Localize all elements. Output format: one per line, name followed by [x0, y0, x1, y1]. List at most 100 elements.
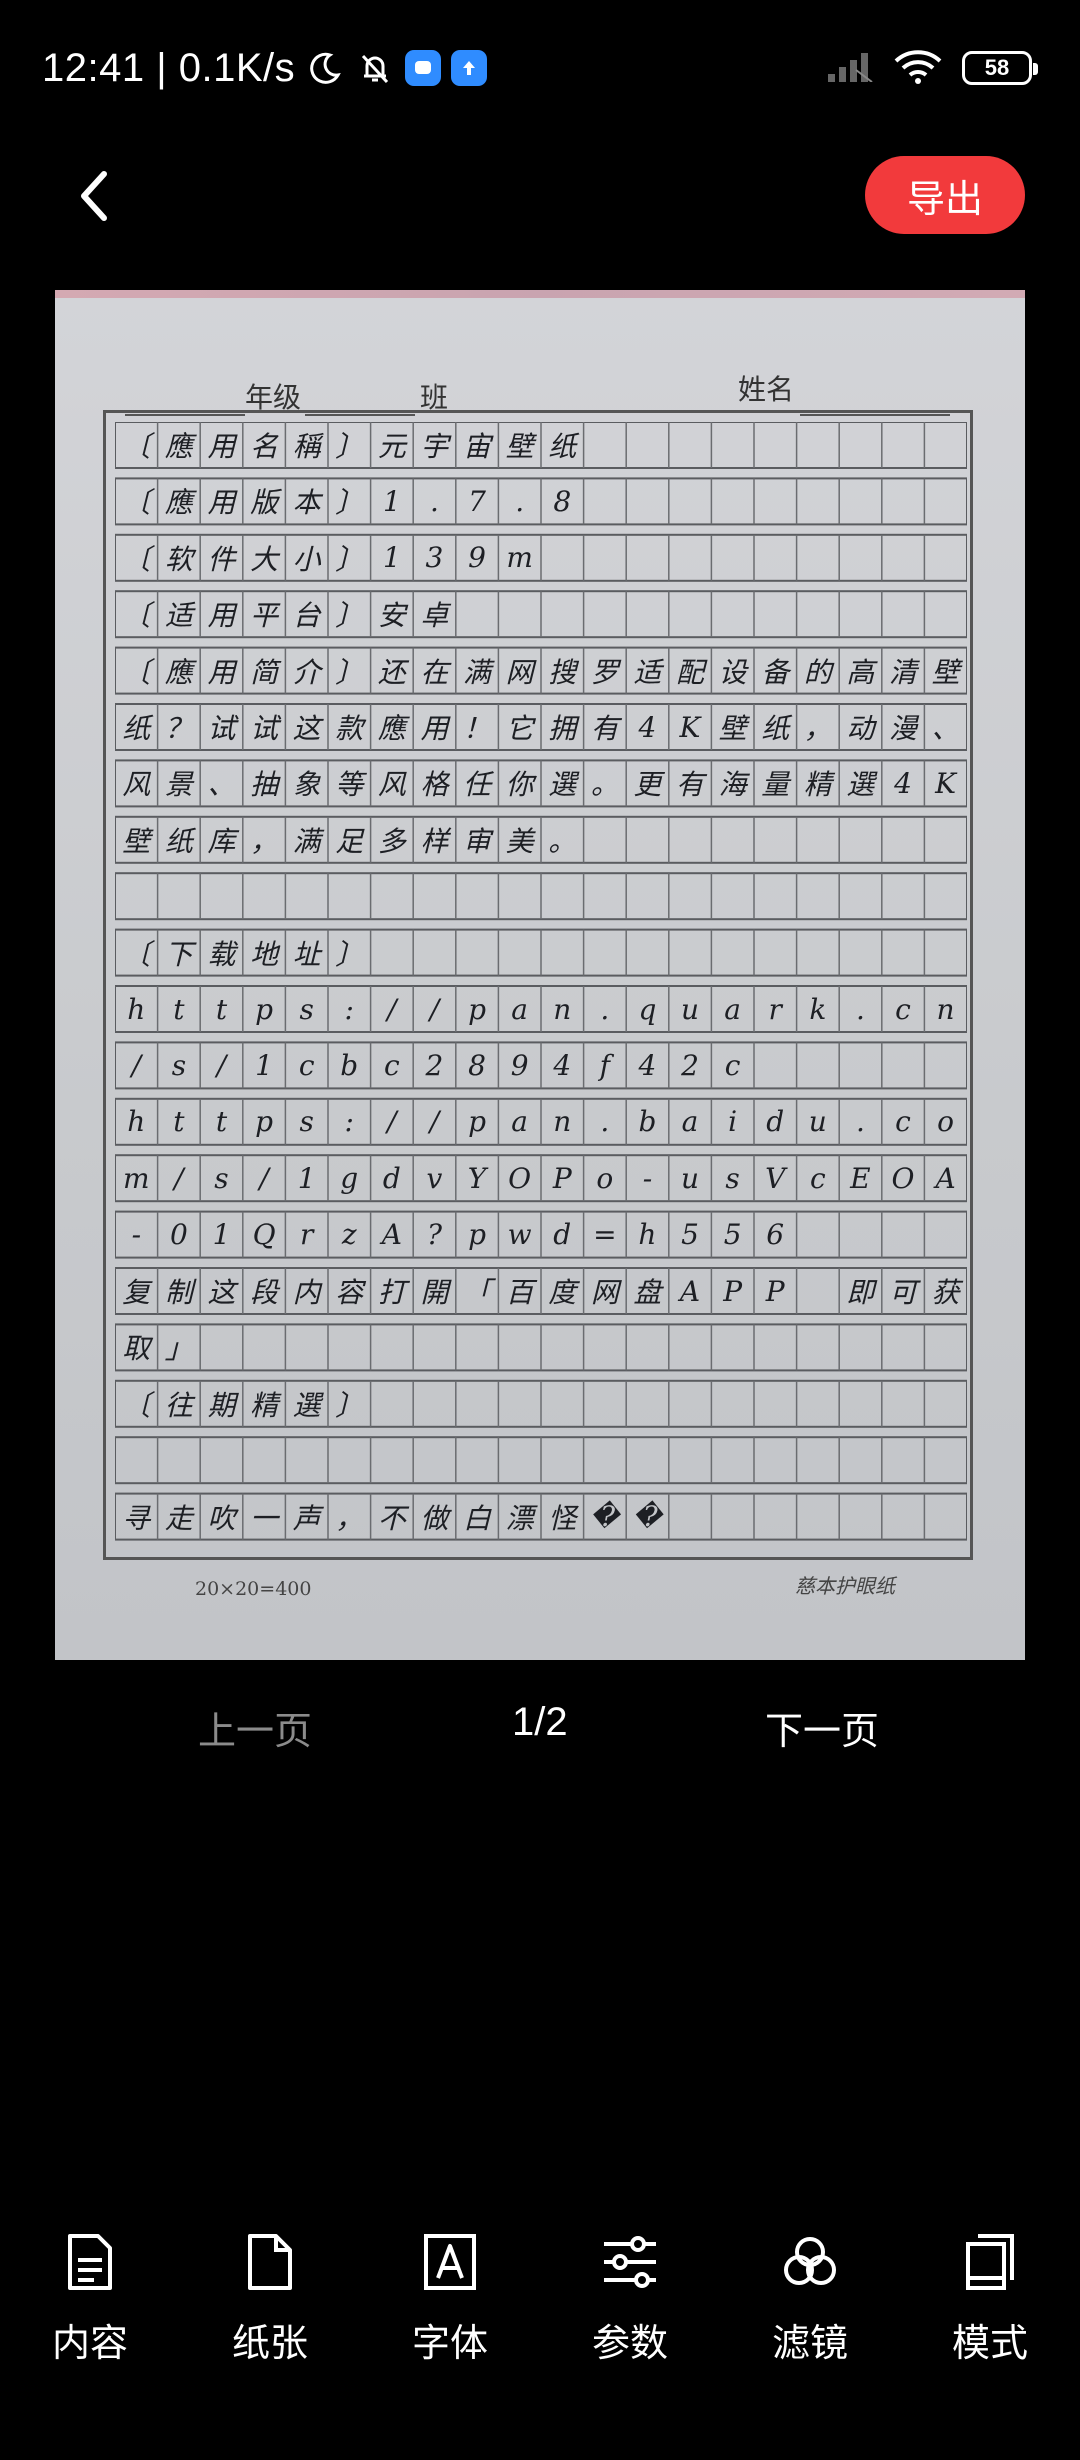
handwriting-char: 1 — [382, 541, 401, 575]
handwriting-char: g — [340, 1161, 359, 1195]
handwriting-char: P — [552, 1161, 572, 1195]
export-button[interactable]: 导出 — [865, 156, 1025, 234]
sliders-icon — [600, 2230, 660, 2294]
handwriting-char — [797, 535, 840, 581]
handwriting-char — [711, 422, 754, 468]
handwriting-char: d — [553, 1218, 572, 1252]
handwriting-char — [498, 1324, 541, 1370]
handwriting-char — [413, 930, 456, 976]
handwriting-char: - — [131, 1218, 142, 1252]
handwriting-char: 可 — [888, 1276, 917, 1309]
handwriting-char: V — [765, 1161, 786, 1195]
handwriting-char: / — [429, 992, 440, 1026]
handwriting-char: d — [382, 1161, 401, 1195]
handwriting-char — [924, 478, 967, 524]
handwriting-char: 格 — [420, 768, 449, 802]
handwriting-char: ， — [250, 824, 279, 858]
back-button[interactable] — [64, 160, 124, 232]
handwriting-char: 期 — [207, 1388, 236, 1422]
handwriting-char: 〕 — [335, 655, 364, 689]
handwriting-char: 怪 — [548, 1501, 577, 1535]
handwriting-char — [541, 1324, 584, 1370]
handwriting-char — [285, 1437, 328, 1483]
handwriting-char — [839, 1042, 882, 1088]
handwriting-char — [498, 930, 541, 976]
handwriting-char — [371, 930, 414, 976]
handwriting-char — [584, 1437, 627, 1483]
handwriting-char — [669, 1494, 712, 1540]
handwriting-char: : — [344, 1105, 354, 1139]
handwriting-char: 0 — [169, 1218, 188, 1252]
tool-paper[interactable]: 纸张 — [180, 2220, 360, 2380]
handwriting-char: 拥 — [548, 712, 577, 745]
header-name: 姓名 — [738, 373, 795, 406]
tool-params[interactable]: 参数 — [540, 2220, 720, 2380]
handwriting-char — [924, 1212, 967, 1258]
prev-page-button[interactable]: 上一页 — [198, 1700, 312, 1755]
tool-mode[interactable]: 模式 — [900, 2220, 1080, 2380]
tool-font[interactable]: 字体 — [360, 2220, 540, 2380]
handwriting-char — [584, 1324, 627, 1370]
handwriting-char — [797, 873, 840, 919]
handwriting-char: 〔 — [122, 486, 151, 520]
handwriting-char — [541, 873, 584, 919]
handwriting-char: 宙 — [463, 430, 492, 463]
handwriting-char: . — [600, 992, 610, 1026]
handwriting-row: 〔下载地址〕 — [115, 930, 967, 976]
handwriting-char: 元 — [377, 430, 406, 463]
handwriting-char — [669, 422, 712, 468]
handwriting-area: 〔應用名稱〕元宇宙壁纸〔應用版本〕 1. 7. 8 〔软件大小〕 1 3 9 m 〔适用平台〕安卓… — [115, 422, 967, 1552]
handwriting-char: 用 — [207, 599, 236, 633]
handwriting-char: 用 — [207, 486, 236, 520]
handwriting-char: / — [387, 992, 397, 1026]
handwriting-char: t — [215, 992, 228, 1026]
handwriting-char: / — [429, 1105, 440, 1139]
handwriting-char: m — [506, 541, 533, 575]
handwriting-char — [541, 1437, 584, 1483]
handwriting-char — [711, 1324, 754, 1370]
handwriting-row: 壁纸库 ， 满足多样审美。 — [115, 817, 967, 863]
handwriting-char: r — [768, 992, 782, 1026]
tool-filter[interactable]: 滤镜 — [720, 2220, 900, 2380]
handwriting-char: 百 — [505, 1276, 534, 1309]
handwriting-char — [456, 873, 499, 919]
handwriting-char: / — [174, 1161, 184, 1195]
next-page-button[interactable]: 下一页 — [765, 1700, 879, 1755]
handwriting-char: 它 — [505, 712, 534, 745]
handwriting-char: u — [680, 1161, 700, 1195]
handwriting-char: 多 — [377, 824, 406, 858]
handwriting-char: . — [600, 1105, 610, 1139]
handwriting-char: 〕 — [335, 937, 364, 971]
handwriting-char — [541, 1381, 584, 1427]
handwriting-char: 吹 — [207, 1501, 236, 1535]
handwriting-char: a — [724, 992, 741, 1026]
handwriting-char: 7 — [468, 484, 486, 518]
paper-edge — [55, 290, 1025, 298]
handwriting-char: 备 — [761, 655, 790, 689]
handwriting-char: h — [127, 1105, 146, 1139]
handwriting-char — [584, 535, 627, 581]
tool-label: 字体 — [411, 2321, 488, 2365]
handwriting-char — [754, 1324, 797, 1370]
handwriting-char: 4 — [894, 766, 912, 800]
handwriting-char — [200, 1437, 243, 1483]
handwriting-char — [626, 930, 669, 976]
handwriting-char — [797, 422, 840, 468]
handwriting-char: 介 — [292, 655, 321, 689]
handwriting-char: 载 — [207, 937, 236, 971]
handwriting-char — [797, 1212, 840, 1258]
handwriting-char — [924, 873, 967, 919]
handwriting-char: i — [728, 1105, 738, 1139]
paper-preview[interactable]: 年级 班 姓名 〔應用名稱〕元宇宙壁纸〔應用版本〕 1. 7. 8 〔软件大小〕 1 3 9 m… — [55, 290, 1025, 1660]
handwriting-char: 在 — [420, 655, 449, 689]
handwriting-char — [882, 930, 925, 976]
handwriting-char: A — [381, 1218, 402, 1252]
handwriting-char — [839, 1212, 882, 1258]
handwriting-char: 样 — [420, 824, 449, 858]
handwriting-char: 應 — [164, 430, 193, 463]
tool-content[interactable]: 内容 — [0, 2220, 180, 2380]
handwriting-char: 台 — [292, 599, 321, 633]
handwriting-char: p — [468, 992, 487, 1026]
handwriting-char: 〔 — [122, 430, 151, 463]
handwriting-char: n — [553, 992, 572, 1026]
